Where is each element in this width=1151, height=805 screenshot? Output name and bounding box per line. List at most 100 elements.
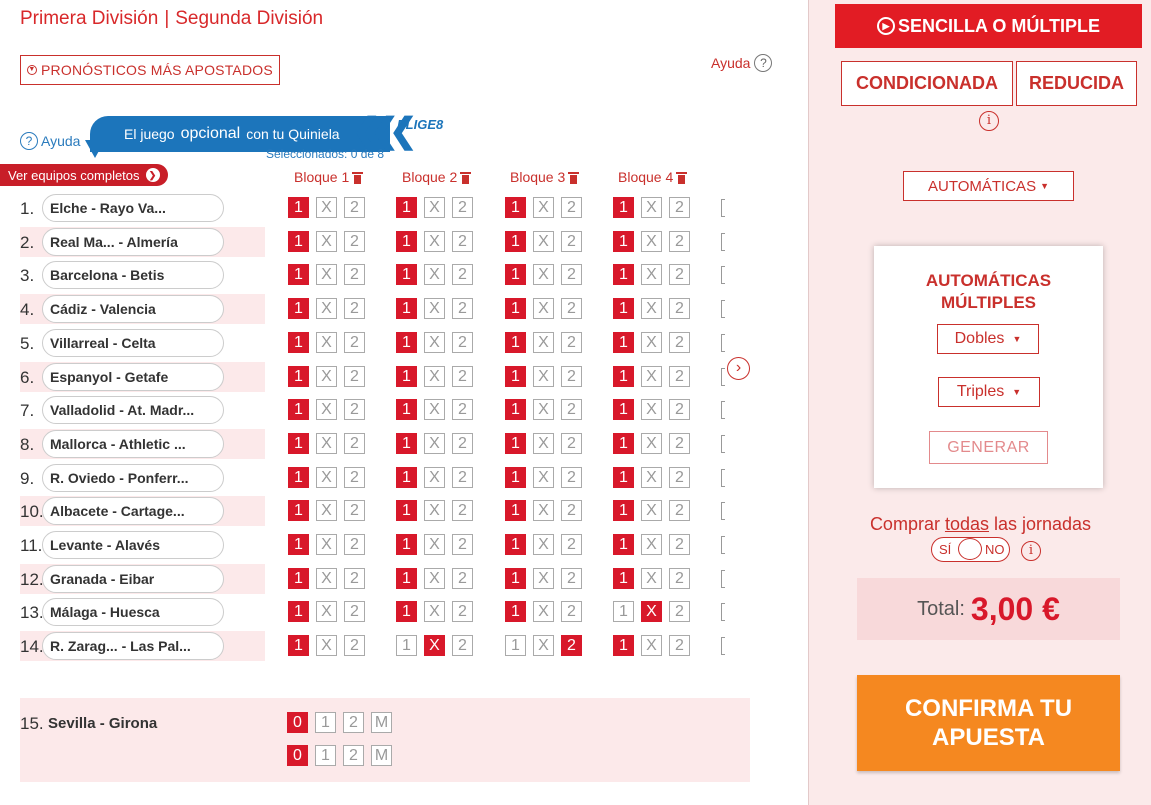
pick-cell[interactable]: 2	[561, 298, 582, 319]
pick-cell[interactable]: 2	[561, 433, 582, 454]
pick-cell[interactable]: X	[316, 601, 337, 622]
pick-cell[interactable]: 2	[344, 298, 365, 319]
pick-cell[interactable]: 2	[669, 399, 690, 420]
pick-cell[interactable]: X	[533, 635, 554, 656]
condicionada-button[interactable]: CONDICIONADA	[841, 61, 1013, 106]
pick-cell[interactable]: 1	[396, 366, 417, 387]
pick-cell[interactable]: 1	[613, 500, 634, 521]
comprar-link[interactable]: todas	[945, 514, 989, 534]
pick-cell[interactable]: 2	[561, 332, 582, 353]
pick-cell[interactable]: X	[424, 399, 445, 420]
pick-cell[interactable]: 2	[669, 231, 690, 252]
pick-cell[interactable]: 1	[288, 568, 309, 589]
pick-cell[interactable]: 1	[613, 366, 634, 387]
match-name[interactable]: Barcelona - Betis	[42, 261, 224, 289]
pick-cell[interactable]: X	[533, 500, 554, 521]
automaticas-dropdown[interactable]: AUTOMÁTICAS ▼	[903, 171, 1074, 201]
pick-cell[interactable]: 1	[396, 433, 417, 454]
pick-cell[interactable]: X	[533, 197, 554, 218]
pick-cell[interactable]: 2	[452, 264, 473, 285]
pleno-cell[interactable]: 1	[315, 712, 336, 733]
pick-cell[interactable]: 2	[452, 467, 473, 488]
ver-equipos-completos-button[interactable]: Ver equipos completos ❯	[0, 164, 168, 186]
pick-cell[interactable]: 1	[505, 298, 526, 319]
pick-cell[interactable]: X	[424, 332, 445, 353]
pick-cell[interactable]: 2	[344, 568, 365, 589]
pick-cell[interactable]: 2	[561, 568, 582, 589]
pick-cell[interactable]: X	[641, 433, 662, 454]
pick-cell[interactable]: 1	[505, 399, 526, 420]
pick-cell[interactable]: 1	[288, 366, 309, 387]
pick-cell[interactable]: X	[316, 635, 337, 656]
triples-select[interactable]: Triples ▼	[938, 377, 1040, 407]
pick-cell[interactable]: 2	[452, 231, 473, 252]
pick-cell[interactable]: 2	[452, 298, 473, 319]
pick-cell[interactable]: 1	[396, 298, 417, 319]
pick-cell[interactable]: X	[424, 534, 445, 555]
pick-cell[interactable]: 2	[669, 332, 690, 353]
pick-cell[interactable]: 2	[561, 366, 582, 387]
pick-cell[interactable]: 2	[344, 467, 365, 488]
pick-cell[interactable]: 2	[561, 264, 582, 285]
pick-cell[interactable]: X	[533, 568, 554, 589]
pick-cell[interactable]: 2	[452, 366, 473, 387]
pick-cell[interactable]: 1	[613, 399, 634, 420]
pleno-cell[interactable]: 2	[343, 712, 364, 733]
match-name[interactable]: Cádiz - Valencia	[42, 295, 224, 323]
pick-cell[interactable]: X	[641, 332, 662, 353]
match-name[interactable]: Levante - Alavés	[42, 531, 224, 559]
pick-cell[interactable]: 2	[561, 197, 582, 218]
pick-cell[interactable]: X	[641, 601, 662, 622]
trash-icon[interactable]	[568, 171, 580, 184]
pick-cell[interactable]: 1	[396, 197, 417, 218]
pick-cell[interactable]: 1	[396, 500, 417, 521]
trash-icon[interactable]	[352, 171, 364, 184]
pick-cell[interactable]: 1	[613, 264, 634, 285]
pleno-cell[interactable]: 1	[315, 745, 336, 766]
pick-cell[interactable]: 2	[561, 534, 582, 555]
pick-cell[interactable]: 1	[505, 231, 526, 252]
pick-cell[interactable]: X	[316, 534, 337, 555]
pick-cell[interactable]: 2	[452, 601, 473, 622]
pick-cell[interactable]: 2	[344, 332, 365, 353]
pick-cell[interactable]: 1	[288, 264, 309, 285]
pick-cell[interactable]: 2	[344, 231, 365, 252]
pick-cell[interactable]: 1	[288, 399, 309, 420]
pick-cell[interactable]: X	[316, 197, 337, 218]
pick-cell[interactable]: 2	[561, 635, 582, 656]
match-name[interactable]: Mallorca - Athletic ...	[42, 430, 224, 458]
pick-cell[interactable]: X	[641, 197, 662, 218]
pick-cell[interactable]: 2	[344, 635, 365, 656]
pick-cell[interactable]: 2	[344, 601, 365, 622]
pick-cell[interactable]: 2	[561, 500, 582, 521]
pick-cell[interactable]: 2	[669, 433, 690, 454]
pick-cell[interactable]: X	[641, 568, 662, 589]
pick-cell[interactable]: 2	[344, 264, 365, 285]
pick-cell[interactable]: X	[424, 197, 445, 218]
pick-cell[interactable]: 1	[396, 467, 417, 488]
pick-cell[interactable]: X	[316, 298, 337, 319]
ayuda-link-top[interactable]: Ayuda ?	[711, 54, 773, 72]
pick-cell[interactable]: 1	[396, 264, 417, 285]
info-icon[interactable]: i	[979, 111, 999, 131]
pick-cell[interactable]: X	[533, 601, 554, 622]
pick-cell[interactable]: X	[424, 500, 445, 521]
pick-cell[interactable]: X	[533, 534, 554, 555]
pick-cell[interactable]: 2	[344, 433, 365, 454]
pick-cell[interactable]: 2	[344, 500, 365, 521]
pick-cell[interactable]: 1	[613, 601, 634, 622]
pick-cell[interactable]: 2	[669, 568, 690, 589]
pick-cell[interactable]: 1	[613, 467, 634, 488]
pick-cell[interactable]: 1	[288, 500, 309, 521]
pick-cell[interactable]: 2	[452, 568, 473, 589]
pick-cell[interactable]: X	[533, 399, 554, 420]
pick-cell[interactable]: X	[316, 399, 337, 420]
pick-cell[interactable]: X	[424, 467, 445, 488]
generar-button[interactable]: GENERAR	[929, 431, 1048, 464]
pick-cell[interactable]: X	[316, 332, 337, 353]
pick-cell[interactable]: 1	[288, 197, 309, 218]
pick-cell[interactable]: X	[424, 568, 445, 589]
trash-icon[interactable]	[676, 171, 688, 184]
pick-cell[interactable]: 2	[669, 197, 690, 218]
pick-cell[interactable]: 2	[452, 332, 473, 353]
